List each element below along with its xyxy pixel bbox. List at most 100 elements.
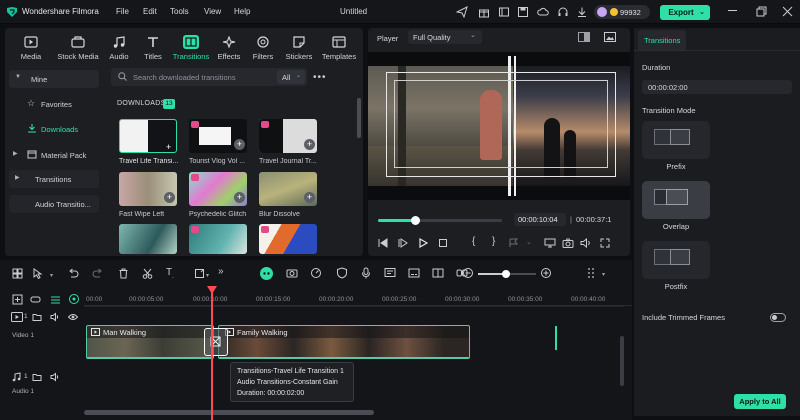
current-time-field[interactable]: 00:00:10:04 <box>514 213 566 226</box>
scissors-icon[interactable] <box>142 268 153 279</box>
chevron-down-icon[interactable]: ⌄ <box>526 238 532 246</box>
zoom-knob[interactable] <box>502 270 510 278</box>
crop-icon[interactable] <box>194 268 205 279</box>
cloud-icon[interactable] <box>537 6 549 18</box>
add-icon[interactable]: + <box>164 192 175 203</box>
tab-audio[interactable]: Audio <box>103 32 135 64</box>
menu-edit[interactable]: Edit <box>143 7 157 16</box>
apply-to-all-button[interactable]: Apply to All <box>734 394 786 409</box>
headset-icon[interactable] <box>557 6 569 18</box>
delete-icon[interactable] <box>118 268 129 279</box>
filter-select[interactable]: All ⌄ <box>277 70 305 84</box>
transition-thumb[interactable] <box>189 224 247 254</box>
sidebar-item-favorites[interactable]: ☆ Favorites <box>9 95 99 113</box>
add-icon[interactable]: + <box>304 192 315 203</box>
redo-icon[interactable] <box>92 268 103 279</box>
tab-templates[interactable]: Templates <box>317 32 361 64</box>
volume-icon[interactable] <box>580 238 592 248</box>
ai-assist-icon[interactable] <box>260 267 273 280</box>
close-icon[interactable] <box>782 6 793 17</box>
camera-icon[interactable] <box>562 238 574 248</box>
marker-icon[interactable] <box>508 238 520 248</box>
mute-icon[interactable] <box>50 312 60 322</box>
quality-select[interactable]: Full Quality ⌄ <box>408 30 482 44</box>
transition-thumb-blur-dissolve[interactable]: + <box>259 172 317 206</box>
zoom-slider[interactable] <box>478 270 536 278</box>
snapshot-view-icon[interactable] <box>604 32 616 42</box>
search-input[interactable]: Search downloaded transitions <box>133 73 236 82</box>
stop-icon[interactable] <box>438 238 448 248</box>
menu-view[interactable]: View <box>204 7 221 16</box>
transition-thumb-travel-journal[interactable]: + <box>259 119 317 153</box>
transition-marker[interactable] <box>204 328 228 356</box>
sidebar-item-downloads[interactable]: Downloads <box>9 120 99 138</box>
tab-media[interactable]: Media <box>11 32 51 64</box>
add-track-icon[interactable] <box>12 294 23 305</box>
mode-overlap[interactable] <box>642 181 710 219</box>
mark-in-icon[interactable]: { <box>472 236 475 247</box>
add-icon[interactable]: + <box>166 142 171 152</box>
tab-stock-media[interactable]: Stock Media <box>53 32 103 64</box>
select-tool-icon[interactable] <box>32 268 43 279</box>
transition-thumb-tourist-vlog[interactable]: + <box>189 119 247 153</box>
add-icon[interactable]: + <box>234 192 245 203</box>
menu-help[interactable]: Help <box>234 7 250 16</box>
add-icon[interactable]: + <box>234 139 245 150</box>
send-icon[interactable] <box>456 6 468 18</box>
compare-view-icon[interactable] <box>578 32 590 42</box>
sidebar-item-material-pack[interactable]: ▶ Material Pack <box>9 146 99 164</box>
zoom-in-icon[interactable] <box>540 267 552 279</box>
microphone-icon[interactable] <box>360 267 372 279</box>
restore-icon[interactable] <box>756 6 767 17</box>
progress-knob[interactable] <box>411 216 421 225</box>
auto-highlight-icon[interactable] <box>68 293 80 305</box>
chevron-down-icon[interactable]: ▾ <box>50 272 53 279</box>
eye-icon[interactable] <box>68 312 78 322</box>
link-track-icon[interactable] <box>30 294 41 305</box>
play-back-icon[interactable] <box>398 238 408 248</box>
menu-file[interactable]: File <box>116 7 129 16</box>
menu-tools[interactable]: Tools <box>170 7 189 16</box>
fullscreen-icon[interactable] <box>600 238 610 248</box>
track-manager-icon[interactable] <box>50 294 61 305</box>
grid-icon[interactable] <box>12 268 23 279</box>
minimize-icon[interactable] <box>728 10 737 11</box>
chevron-down-icon[interactable]: ▾ <box>206 272 209 279</box>
chevron-down-icon[interactable]: ▾ <box>602 271 605 278</box>
folder-icon[interactable] <box>32 372 42 382</box>
playhead[interactable] <box>211 286 213 420</box>
step-back-icon[interactable] <box>378 238 388 248</box>
gift-icon[interactable] <box>478 6 490 18</box>
duration-field[interactable]: 00:00:02:00 <box>642 80 792 94</box>
layout-grid-icon[interactable] <box>586 267 598 279</box>
tab-titles[interactable]: Titles <box>137 32 169 64</box>
transition-thumb[interactable] <box>259 224 317 254</box>
transition-thumb-travel-life[interactable]: + <box>119 119 177 153</box>
export-button[interactable]: Export ⌄ <box>660 5 710 20</box>
sidebar-item-audio-transitions[interactable]: Audio Transitio... <box>9 195 99 213</box>
include-trimmed-toggle[interactable] <box>770 313 786 322</box>
video-preview[interactable] <box>368 52 630 200</box>
time-ruler[interactable]: 00:00 00:00:05:00 00:00:10:00 00:00:15:0… <box>84 286 632 306</box>
tab-stickers[interactable]: Stickers <box>281 32 317 64</box>
speed-icon[interactable] <box>310 267 322 279</box>
more-options-icon[interactable]: ••• <box>313 72 327 83</box>
progress-track[interactable] <box>378 216 502 225</box>
tab-transitions-properties[interactable]: Transitions <box>638 30 686 50</box>
text-tool-icon[interactable]: T. <box>166 267 174 280</box>
timeline-vscrollbar[interactable] <box>620 336 624 386</box>
transition-thumb-fast-wipe-left[interactable]: + <box>119 172 177 206</box>
save-icon[interactable] <box>517 6 529 18</box>
more-tools-icon[interactable]: » <box>218 266 224 277</box>
timeline-scrollbar[interactable] <box>84 410 374 415</box>
clip-family-walking[interactable]: Family Walking <box>218 325 470 359</box>
tab-effects[interactable]: Effects <box>211 32 247 64</box>
search-bar[interactable]: Search downloaded transitions All ⌄ <box>111 68 307 86</box>
undo-icon[interactable] <box>68 268 79 279</box>
record-icon[interactable] <box>286 267 298 279</box>
add-icon[interactable]: + <box>304 139 315 150</box>
credits-badge[interactable]: 99932 <box>594 5 650 19</box>
play-icon[interactable] <box>418 238 428 248</box>
mode-prefix[interactable] <box>642 121 710 159</box>
download-icon[interactable] <box>576 6 588 18</box>
